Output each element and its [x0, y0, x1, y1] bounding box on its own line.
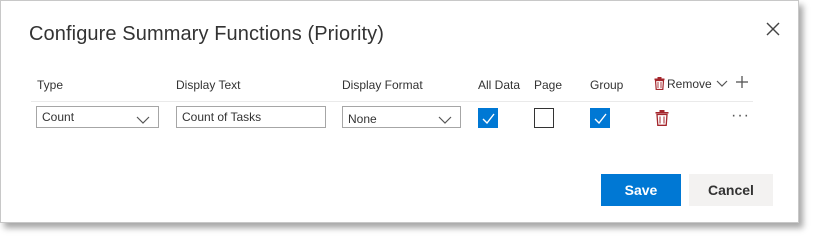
trash-icon[interactable] [655, 110, 669, 126]
remove-label: Remove [667, 77, 712, 91]
add-function-plus-icon[interactable] [734, 74, 750, 90]
display-format-select[interactable]: None [342, 106, 461, 128]
save-button[interactable]: Save [601, 174, 681, 206]
column-header-all-data: All Data [478, 78, 521, 92]
type-select-value: Count [42, 110, 75, 124]
chevron-down-icon [716, 77, 728, 91]
display-format-select-value: None [348, 112, 377, 126]
cancel-button[interactable]: Cancel [689, 174, 773, 206]
configure-summary-dialog: Configure Summary Functions (Priority) T… [0, 0, 799, 223]
group-checkbox[interactable] [590, 108, 610, 128]
column-header-display-format: Display Format [342, 78, 423, 92]
page-checkbox[interactable] [534, 108, 554, 128]
chevron-down-icon [136, 111, 150, 124]
column-header-display-text: Display Text [176, 78, 241, 92]
type-select[interactable]: Count [36, 106, 159, 128]
chevron-down-icon [438, 111, 452, 124]
remove-all-button[interactable]: Remove [654, 77, 728, 91]
display-text-input[interactable]: Count of Tasks [176, 106, 326, 128]
all-data-checkbox[interactable] [478, 108, 498, 128]
trash-icon [654, 77, 666, 91]
dialog-title: Configure Summary Functions (Priority) [29, 23, 385, 45]
checkmark-icon [594, 113, 607, 124]
column-header-group: Group [590, 78, 624, 92]
header-divider [31, 101, 753, 102]
more-icon[interactable]: ··· [731, 107, 750, 125]
column-header-page: Page [534, 78, 563, 92]
close-icon[interactable] [762, 18, 784, 40]
checkmark-icon [482, 113, 495, 124]
column-header-type: Type [37, 78, 64, 92]
